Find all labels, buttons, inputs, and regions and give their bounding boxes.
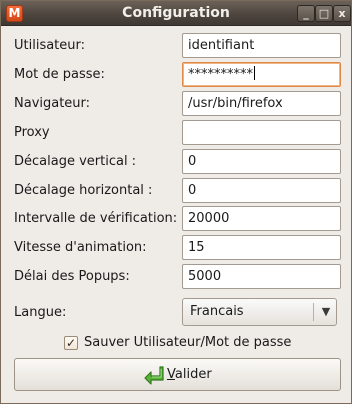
delai-label: Délai des Popups: bbox=[14, 269, 130, 284]
proxy-field[interactable] bbox=[182, 120, 341, 145]
save-credentials-checkbox[interactable]: ✓ bbox=[64, 336, 78, 350]
proxy-label: Proxy bbox=[14, 125, 50, 140]
maximize-button[interactable]: □ bbox=[315, 5, 333, 22]
decalage-horizontal-label: Décalage horizontal : bbox=[14, 183, 153, 198]
langue-label: Langue: bbox=[14, 305, 67, 320]
mot-de-passe-label: Mot de passe: bbox=[14, 67, 105, 82]
decalage-horizontal-field[interactable]: 0 bbox=[182, 178, 341, 203]
combo-separator bbox=[313, 303, 314, 321]
configuration-window: M Configuration _ □ x Utilisateur: ident… bbox=[0, 0, 352, 404]
mot-de-passe-value: ********** bbox=[188, 67, 253, 82]
intervalle-label: Intervalle de vérification: bbox=[14, 211, 178, 226]
decalage-vertical-label: Décalage vertical : bbox=[14, 154, 137, 169]
save-credentials-label[interactable]: Sauver Utilisateur/Mot de passe bbox=[84, 335, 291, 351]
app-icon: M bbox=[6, 5, 23, 22]
delai-field[interactable]: 5000 bbox=[182, 264, 341, 289]
intervalle-field[interactable]: 20000 bbox=[182, 206, 341, 231]
vitesse-label: Vitesse d'animation: bbox=[14, 240, 147, 255]
valider-label: Valider bbox=[167, 367, 212, 382]
vitesse-field[interactable]: 15 bbox=[182, 235, 341, 260]
decalage-vertical-field[interactable]: 0 bbox=[182, 149, 341, 174]
enter-arrow-icon bbox=[144, 366, 164, 385]
langue-selected-value: Francais bbox=[190, 304, 244, 319]
mot-de-passe-field[interactable]: ********** bbox=[182, 62, 341, 87]
utilisateur-label: Utilisateur: bbox=[14, 38, 86, 53]
navigateur-field[interactable]: /usr/bin/firefox bbox=[182, 91, 341, 116]
valider-button[interactable]: Valider bbox=[14, 358, 341, 391]
close-button[interactable]: x bbox=[333, 5, 351, 22]
langue-select[interactable]: Francais ▼ bbox=[182, 298, 337, 326]
minimize-button[interactable]: _ bbox=[297, 5, 315, 22]
text-caret bbox=[254, 66, 255, 80]
title-bar[interactable]: M Configuration _ □ x bbox=[1, 1, 351, 26]
utilisateur-field[interactable]: identifiant bbox=[182, 33, 341, 58]
navigateur-label: Navigateur: bbox=[14, 96, 91, 111]
chevron-down-icon: ▼ bbox=[321, 305, 331, 318]
